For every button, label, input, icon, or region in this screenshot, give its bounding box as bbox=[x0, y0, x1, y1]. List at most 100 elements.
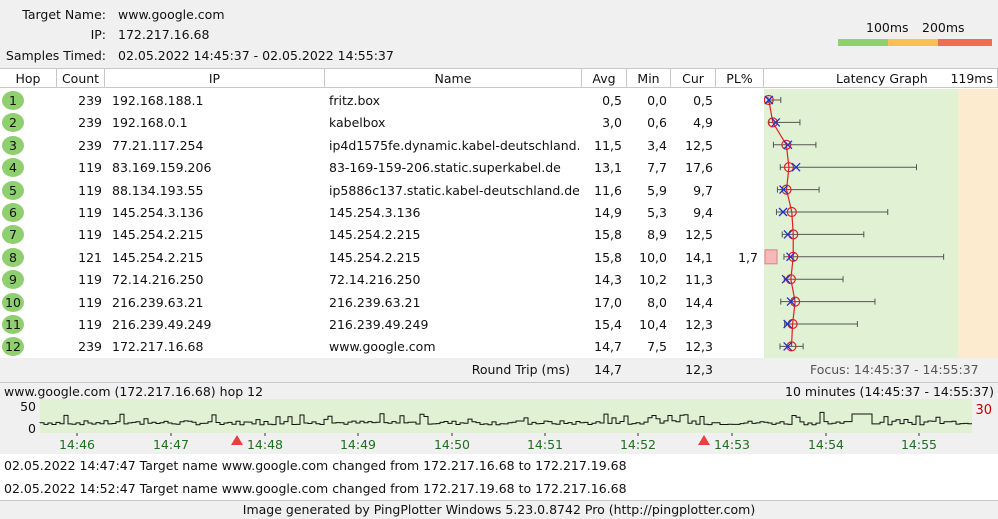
hop-pl bbox=[716, 268, 758, 291]
latency-graph-svg bbox=[763, 89, 998, 358]
table-row[interactable]: 4 119 83.169.159.206 83-169-159-206.static.… bbox=[0, 156, 764, 179]
round-trip-label: Round Trip (ms) bbox=[471, 362, 570, 377]
hop-pl bbox=[716, 134, 758, 157]
hop-count: 239 bbox=[78, 339, 102, 355]
hop-ip: 83.169.159.206 bbox=[112, 160, 212, 176]
hop-count: 239 bbox=[78, 93, 102, 108]
table-row[interactable]: 3 239 77.21.117.254 ip4d1575fe.dynamic.kabe… bbox=[0, 134, 764, 157]
timeline-y-min: 0 bbox=[28, 421, 36, 436]
table-row[interactable]: 10 119 216.239.63.21 216.239.63.21 17,0 8,0 14… bbox=[0, 291, 764, 314]
timeline-tick-label: 14:46 bbox=[59, 437, 95, 452]
hop-avg: 14,3 bbox=[594, 272, 622, 288]
table-row[interactable]: 6 119 145.254.3.136 145.254.3.136 14,9 5,3 9,4 bbox=[0, 201, 764, 224]
event-log: 02.05.2022 14:47:47 Target name www.goog… bbox=[0, 454, 998, 500]
col-avg[interactable]: Avg bbox=[582, 68, 627, 88]
hop-ip: 145.254.2.215 bbox=[112, 249, 204, 265]
hop-number: 8 bbox=[2, 247, 24, 267]
hop-ip: 77.21.117.254 bbox=[112, 137, 204, 153]
table-row[interactable]: 2 239 192.168.0.1 kabelbox 3,0 0,6 4,9 bbox=[0, 111, 764, 134]
timeline-tick-label: 14:50 bbox=[434, 437, 470, 452]
hop-name: ip5886c137.static.kabel-deutschland.de bbox=[329, 182, 579, 198]
hop-ip: 192.168.188.1 bbox=[112, 93, 204, 108]
hop-pl bbox=[716, 156, 758, 179]
hop-number: 9 bbox=[2, 270, 24, 290]
hop-name: www.google.com bbox=[329, 339, 436, 355]
hop-avg: 14,7 bbox=[594, 339, 622, 355]
hop-count: 119 bbox=[78, 227, 102, 243]
hop-cur: 12,5 bbox=[685, 137, 713, 153]
hop-name: ip4d1575fe.dynamic.kabel-deutschland. bbox=[329, 137, 579, 153]
focus-range: Focus: 14:45:37 - 14:55:37 bbox=[810, 362, 979, 377]
hop-cur: 11,3 bbox=[685, 272, 713, 288]
round-trip-cur: 12,3 bbox=[685, 362, 713, 377]
hop-number: 3 bbox=[2, 135, 24, 155]
hop-name: 72.14.216.250 bbox=[329, 272, 421, 288]
samples-label: Samples Timed: bbox=[5, 48, 106, 63]
hop-name: kabelbox bbox=[329, 115, 386, 131]
table-row[interactable]: 8 121 145.254.2.215 145.254.2.215 15,8 10,0 14… bbox=[0, 246, 764, 269]
hop-min: 8,9 bbox=[647, 227, 667, 243]
hop-pl bbox=[716, 201, 758, 224]
col-latency-graph[interactable]: Latency Graph 119ms bbox=[764, 68, 998, 88]
table-row[interactable]: 9 119 72.14.216.250 72.14.216.250 14,3 10,2 11… bbox=[0, 268, 764, 291]
col-min[interactable]: Min bbox=[627, 68, 671, 88]
hop-ip: 145.254.3.136 bbox=[112, 205, 204, 220]
hop-ip: 172.217.16.68 bbox=[112, 339, 204, 355]
hop-min: 10,2 bbox=[639, 272, 667, 288]
hop-avg: 11,6 bbox=[594, 182, 622, 198]
trace-header: Target Name: www.google.com IP: 172.217.… bbox=[0, 0, 998, 68]
hop-cur: 9,4 bbox=[693, 205, 713, 220]
timeline-tick-label: 14:49 bbox=[340, 437, 376, 452]
target-name-row: Target Name: www.google.com bbox=[0, 5, 400, 25]
hop-count: 239 bbox=[78, 137, 102, 153]
table-row[interactable]: 7 119 145.254.2.215 145.254.2.215 15,8 8,9 12,… bbox=[0, 223, 764, 246]
table-row[interactable]: 11 119 216.239.49.249 216.239.49.249 15,4 10,… bbox=[0, 313, 764, 336]
col-pl[interactable]: PL% bbox=[716, 68, 764, 88]
col-count[interactable]: Count bbox=[57, 68, 105, 88]
hop-name: 145.254.3.136 bbox=[329, 205, 421, 220]
hop-number: 2 bbox=[2, 113, 24, 133]
col-name[interactable]: Name bbox=[325, 68, 582, 88]
hop-min: 10,0 bbox=[639, 249, 667, 265]
col-ip[interactable]: IP bbox=[105, 68, 325, 88]
col-hop[interactable]: Hop bbox=[0, 68, 57, 88]
ip-value: 172.217.16.68 bbox=[118, 27, 210, 42]
target-name-value: www.google.com bbox=[118, 7, 225, 22]
hop-pl bbox=[716, 313, 758, 336]
hop-number: 7 bbox=[2, 225, 24, 245]
hop-cur: 12,3 bbox=[685, 317, 713, 332]
table-row[interactable]: 12 239 172.217.16.68 www.google.com 14,7 7,5 1… bbox=[0, 335, 764, 358]
col-cur[interactable]: Cur bbox=[671, 68, 716, 88]
hop-avg: 3,0 bbox=[602, 115, 622, 131]
hop-cur: 12,5 bbox=[685, 227, 713, 243]
hop-number: 6 bbox=[2, 203, 24, 222]
hop-name: 83-169-159-206.static.superkabel.de bbox=[329, 160, 561, 176]
target-name-label: Target Name: bbox=[22, 7, 106, 22]
hop-ip: 88.134.193.55 bbox=[112, 182, 204, 198]
hop-cur: 14,1 bbox=[685, 249, 713, 265]
hop-name: 145.254.2.215 bbox=[329, 227, 421, 243]
hop-cur: 14,4 bbox=[685, 294, 713, 310]
hop-number: 11 bbox=[2, 315, 24, 334]
latency-zone-warn bbox=[958, 89, 998, 358]
timeline-graph[interactable]: www.google.com (172.217.16.68) hop 12 10… bbox=[0, 382, 998, 454]
hop-cur: 17,6 bbox=[685, 160, 713, 176]
ip-label: IP: bbox=[90, 27, 106, 42]
ip-row: IP: 172.217.16.68 bbox=[0, 25, 400, 45]
hop-ip: 72.14.216.250 bbox=[112, 272, 204, 288]
table-row[interactable]: 1 239 192.168.188.1 fritz.box 0,5 0,0 0,5 bbox=[0, 89, 764, 112]
hop-cur: 0,5 bbox=[693, 93, 713, 108]
hop-cur: 9,7 bbox=[693, 182, 713, 198]
table-row[interactable]: 5 119 88.134.193.55 ip5886c137.static.kabel… bbox=[0, 179, 764, 202]
hop-count: 119 bbox=[78, 160, 102, 176]
timeline-plot-bg bbox=[40, 399, 972, 433]
hop-pl bbox=[716, 335, 758, 358]
hop-avg: 15,8 bbox=[594, 249, 622, 265]
hop-pl bbox=[716, 179, 758, 202]
legend-100ms: 100ms bbox=[866, 20, 909, 35]
hop-number: 10 bbox=[2, 292, 24, 312]
latency-graph-max: 119ms bbox=[950, 71, 993, 86]
hop-count: 239 bbox=[78, 115, 102, 131]
hop-number: 4 bbox=[2, 158, 24, 178]
hop-cur: 12,3 bbox=[685, 339, 713, 355]
